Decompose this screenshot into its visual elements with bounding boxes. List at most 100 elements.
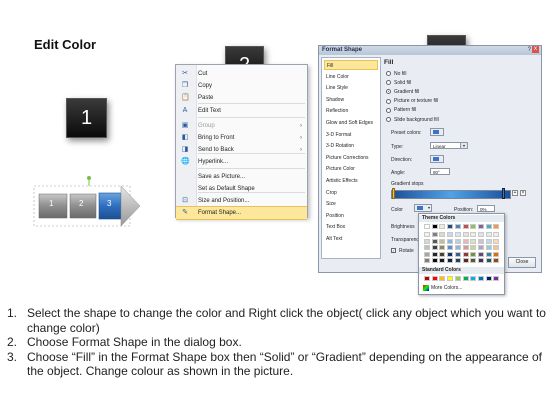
theme-shade-swatch[interactable]	[424, 258, 430, 263]
theme-shade-swatch[interactable]	[470, 245, 477, 250]
theme-shade-swatch[interactable]	[439, 232, 446, 237]
nav-item-picture-color[interactable]: Picture Color	[324, 164, 378, 174]
standard-color-swatch[interactable]	[447, 276, 454, 281]
standard-color-swatch[interactable]	[439, 276, 446, 281]
fill-radio-pattern-fill[interactable]	[386, 107, 391, 113]
theme-shade-swatch[interactable]	[477, 238, 484, 244]
nav-item-artistic-effects[interactable]: Artistic Effects	[324, 176, 378, 186]
menu-item-set-as-default-shape[interactable]: Set as Default Shape	[176, 183, 307, 195]
standard-color-swatch[interactable]	[470, 276, 477, 281]
nav-item-3-d-rotation[interactable]: 3-D Rotation	[324, 141, 378, 151]
gradient-stop-handle-left[interactable]	[392, 188, 395, 199]
theme-shade-swatch[interactable]	[431, 245, 438, 250]
close-button[interactable]: Close	[508, 257, 536, 268]
remove-stop-icon[interactable]: ×	[520, 190, 526, 196]
theme-shade-swatch[interactable]	[477, 251, 484, 257]
theme-shade-swatch[interactable]	[493, 238, 500, 244]
standard-color-swatch[interactable]	[485, 276, 492, 281]
theme-color-swatch[interactable]	[485, 224, 492, 229]
theme-shade-swatch[interactable]	[431, 232, 438, 237]
theme-color-swatch[interactable]	[439, 224, 446, 229]
theme-shade-swatch[interactable]	[470, 232, 477, 237]
menu-item-save-as-picture[interactable]: Save as Picture...	[176, 171, 307, 183]
theme-shade-swatch[interactable]	[454, 232, 461, 237]
theme-shade-swatch[interactable]	[431, 258, 438, 263]
nav-item-shadow[interactable]: Shadow	[324, 95, 378, 105]
theme-shade-swatch[interactable]	[439, 251, 446, 257]
theme-shade-swatch[interactable]	[493, 245, 500, 250]
theme-shade-swatch[interactable]	[477, 245, 484, 250]
theme-shade-swatch[interactable]	[477, 258, 484, 263]
nav-item-3-d-format[interactable]: 3-D Format	[324, 130, 378, 140]
rotate-checkbox[interactable]: ✓	[391, 248, 396, 253]
theme-color-swatch[interactable]	[447, 224, 454, 229]
theme-shade-swatch[interactable]	[447, 245, 454, 250]
theme-shade-swatch[interactable]	[477, 232, 484, 237]
theme-color-swatch[interactable]	[470, 224, 477, 229]
fill-radio-no-fill[interactable]	[386, 71, 391, 76]
theme-shade-swatch[interactable]	[470, 258, 477, 263]
theme-shade-swatch[interactable]	[462, 258, 469, 263]
theme-shade-swatch[interactable]	[447, 232, 454, 237]
menu-item-group[interactable]: ▣ Group ›	[176, 120, 307, 132]
color-picker-button[interactable]: ▾	[414, 204, 432, 212]
theme-shade-swatch[interactable]	[485, 258, 492, 263]
position-input[interactable]: 0%	[477, 205, 495, 212]
theme-shade-swatch[interactable]	[454, 238, 461, 244]
standard-color-swatch[interactable]	[493, 276, 500, 281]
gradient-stops-bar[interactable]	[391, 190, 511, 199]
theme-shade-swatch[interactable]	[447, 251, 454, 257]
fill-radio-gradient-fill[interactable]	[386, 89, 391, 95]
theme-shade-swatch[interactable]	[424, 232, 430, 237]
theme-shade-swatch[interactable]	[485, 232, 492, 237]
nav-item-glow-and-soft-edges[interactable]: Glow and Soft Edges	[324, 118, 378, 128]
theme-shade-swatch[interactable]	[439, 258, 446, 263]
add-stop-icon[interactable]: +	[512, 190, 518, 196]
standard-color-swatch[interactable]	[431, 276, 438, 281]
standard-color-swatch[interactable]	[462, 276, 469, 281]
nav-item-line-color[interactable]: Line Color	[324, 72, 378, 82]
preset-colors-button[interactable]	[430, 128, 444, 136]
fill-radio-slide-background-fill[interactable]	[386, 117, 391, 122]
nav-item-crop[interactable]: Crop	[324, 188, 378, 198]
menu-item-send-to-back[interactable]: ◨ Send to Back ›	[176, 144, 307, 156]
menu-item-paste[interactable]: 📋 Paste	[176, 92, 307, 104]
theme-shade-swatch[interactable]	[424, 238, 430, 244]
theme-shade-swatch[interactable]	[431, 251, 438, 257]
theme-shade-swatch[interactable]	[485, 251, 492, 257]
standard-color-swatch[interactable]	[424, 276, 430, 281]
menu-item-copy[interactable]: ❐ Copy	[176, 80, 307, 92]
theme-color-swatch[interactable]	[424, 224, 430, 229]
theme-shade-swatch[interactable]	[470, 251, 477, 257]
theme-shade-swatch[interactable]	[447, 258, 454, 263]
theme-shade-swatch[interactable]	[424, 251, 430, 257]
segmented-arrow-shape[interactable]: 1 2 3	[30, 176, 142, 236]
nav-item-fill[interactable]: Fill	[324, 60, 378, 70]
theme-shade-swatch[interactable]	[439, 245, 446, 250]
menu-item-bring-to-front[interactable]: ◧ Bring to Front ›	[176, 132, 307, 144]
nav-item-alt-text[interactable]: Alt Text	[324, 234, 378, 244]
nav-item-position[interactable]: Position	[324, 211, 378, 221]
more-colors-link[interactable]: More Colors...	[431, 285, 462, 291]
theme-color-swatch[interactable]	[431, 224, 438, 229]
menu-item-edit-text[interactable]: A Edit Text	[176, 105, 307, 117]
gradient-stop-handle-right[interactable]	[502, 188, 505, 199]
nav-item-size[interactable]: Size	[324, 199, 378, 209]
dialog-close-icon[interactable]: x	[532, 46, 539, 53]
nav-item-line-style[interactable]: Line Style	[324, 83, 378, 93]
nav-item-text-box[interactable]: Text Box	[324, 222, 378, 232]
theme-shade-swatch[interactable]	[462, 232, 469, 237]
theme-color-swatch[interactable]	[462, 224, 469, 229]
theme-shade-swatch[interactable]	[493, 258, 500, 263]
theme-color-swatch[interactable]	[454, 224, 461, 229]
theme-shade-swatch[interactable]	[493, 232, 500, 237]
nav-item-picture-corrections[interactable]: Picture Corrections	[324, 153, 378, 163]
menu-item-hyperlink[interactable]: 🌐 Hyperlink...	[176, 156, 307, 168]
type-select[interactable]: Linear ▾	[430, 142, 468, 149]
theme-shade-swatch[interactable]	[454, 251, 461, 257]
theme-shade-swatch[interactable]	[424, 245, 430, 250]
standard-color-swatch[interactable]	[477, 276, 484, 281]
menu-item-format-shape[interactable]: ✎ Format Shape...	[176, 206, 307, 220]
help-icon[interactable]: ?	[528, 47, 531, 53]
nav-item-reflection[interactable]: Reflection	[324, 106, 378, 116]
